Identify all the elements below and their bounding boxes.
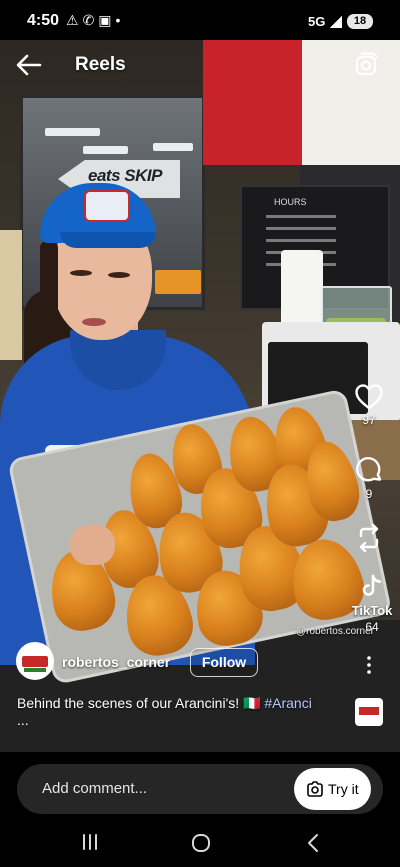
mouth	[82, 318, 106, 326]
screenshot-icon: ▣	[98, 12, 116, 28]
camera-icon	[355, 52, 378, 76]
cap-logo	[84, 190, 130, 222]
tiktok-logo-icon	[362, 574, 382, 596]
camera-button[interactable]	[352, 50, 380, 78]
status-time: 4:50	[27, 12, 60, 29]
ceiling-light	[153, 143, 193, 151]
battery-indicator: 18	[347, 14, 373, 29]
recent-apps-button[interactable]	[80, 833, 100, 851]
more-vertical-icon	[367, 656, 371, 674]
try-it-label: Try it	[328, 781, 359, 797]
ceiling-light	[45, 128, 100, 136]
reel-video[interactable]: HOURS eats SKIP	[0, 0, 400, 752]
eye	[70, 270, 92, 276]
page-title: Reels	[75, 54, 126, 75]
cap-brim	[60, 232, 156, 248]
tiktok-watermark: TikTok 64	[347, 574, 397, 634]
warning-icon: ⚠	[66, 12, 83, 28]
tiktok-handle: @robertos.corner	[296, 626, 374, 637]
home-button[interactable]	[191, 833, 211, 853]
hours-title: HOURS	[274, 197, 307, 207]
avatar[interactable]	[16, 642, 54, 680]
like-button[interactable]: 97	[349, 383, 389, 427]
like-count: 97	[362, 413, 376, 427]
caption-hashtag[interactable]: #Aranci	[264, 695, 311, 711]
whatsapp-icon: ✆	[82, 12, 99, 28]
person-hand	[70, 525, 115, 565]
comment-button[interactable]: 9	[349, 455, 389, 501]
audio-thumbnail[interactable]	[355, 698, 383, 726]
comment-count: 9	[365, 487, 373, 501]
hair	[40, 240, 58, 330]
comment-icon	[356, 457, 382, 482]
network-type: 5G	[308, 14, 326, 29]
comment-placeholder: Add comment...	[42, 780, 148, 797]
share-button[interactable]	[349, 523, 389, 553]
tiktok-name: TikTok	[351, 603, 393, 618]
follow-button[interactable]: Follow	[190, 648, 258, 677]
orange-sign	[155, 270, 201, 294]
system-navigation	[0, 819, 400, 867]
status-bar: 4:50 ⚠✆▣• 5G 18	[0, 0, 400, 40]
shelf	[0, 230, 22, 360]
ceiling-light	[83, 146, 128, 154]
signal-icon	[330, 16, 342, 28]
back-button[interactable]	[14, 50, 44, 80]
share-icon	[359, 523, 379, 553]
comment-bar: Add comment... Try it	[0, 752, 400, 819]
caption[interactable]: Behind the scenes of our Arancini's! 🇮🇹 …	[17, 695, 347, 712]
comment-input[interactable]: Add comment... Try it	[17, 764, 383, 814]
eye	[108, 272, 130, 278]
more-options-button[interactable]	[364, 655, 374, 675]
back-nav-button[interactable]	[305, 833, 321, 853]
camera-icon	[307, 781, 323, 797]
caption-text: Behind the scenes of our Arancini's! 🇮🇹	[17, 695, 265, 711]
heart-icon	[355, 384, 383, 410]
try-it-button[interactable]: Try it	[294, 768, 371, 810]
username[interactable]: robertos_corner	[62, 654, 170, 670]
notification-icons: ⚠✆▣•	[66, 12, 124, 29]
caption-more[interactable]: ...	[17, 712, 29, 728]
arrow-left-icon	[16, 54, 42, 76]
dot-icon: •	[115, 12, 125, 28]
